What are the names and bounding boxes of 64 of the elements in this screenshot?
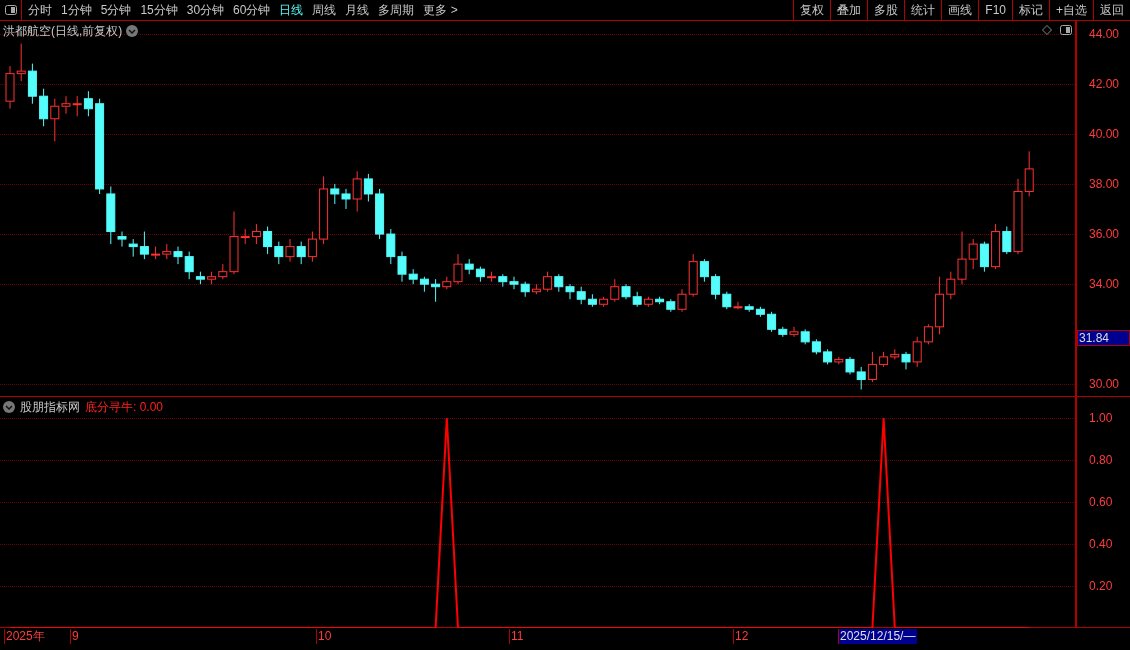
candlestick	[901, 351, 911, 370]
candlestick	[117, 231, 127, 248]
price-axis-label: 30.00	[1089, 377, 1120, 392]
dropdown-icon[interactable]	[126, 25, 139, 37]
indicator-axis-label: 1.00	[1089, 411, 1113, 425]
panel-toggle-icon[interactable]	[1060, 25, 1072, 35]
price-axis-label: 36.00	[1089, 227, 1120, 242]
indicator-axis-label: 0.40	[1089, 537, 1113, 551]
indicator-name: 底分寻牛	[85, 399, 133, 416]
dropdown-icon[interactable]	[3, 401, 15, 413]
date-axis-label: 12	[733, 629, 751, 644]
chart-title: 洪都航空(日线,前复权)	[3, 23, 123, 40]
period-tab[interactable]: 分时	[28, 1, 52, 19]
indicator-source: 股朋指标网	[20, 399, 80, 416]
toolbar-button[interactable]: +自选	[1049, 0, 1093, 20]
candlestick	[173, 246, 183, 265]
toolbar-button[interactable]: F10	[978, 0, 1012, 20]
date-axis-label: 2025年	[4, 629, 47, 644]
price-axis-label: 40.00	[1089, 126, 1120, 141]
period-tab[interactable]: 1分钟	[61, 1, 92, 19]
candlestick	[61, 95, 71, 115]
toolbar-button[interactable]: 返回	[1093, 0, 1130, 20]
period-tab[interactable]: 月线	[345, 1, 370, 19]
candlestick	[677, 288, 687, 313]
current-price-label: 31.84	[1077, 330, 1130, 347]
candlestick	[397, 251, 407, 283]
candlestick	[341, 188, 351, 210]
indicator-axis-label: 0.80	[1089, 453, 1113, 467]
period-tab[interactable]: 60分钟	[233, 1, 271, 19]
candlestick	[565, 283, 575, 300]
candlestick	[285, 238, 295, 263]
period-tab[interactable]: 15分钟	[140, 1, 178, 19]
price-axis-label: 44.00	[1089, 26, 1120, 41]
toolbar-button[interactable]: 画线	[941, 0, 979, 20]
panel-toggle-icon[interactable]	[4, 5, 17, 15]
period-tab[interactable]: 30分钟	[186, 1, 225, 19]
candlestick	[229, 211, 239, 275]
date-axis-label: 10	[316, 629, 334, 644]
indicator-axis-label: 0.60	[1089, 495, 1113, 509]
period-tab[interactable]: 5分钟	[100, 1, 132, 19]
more-menu[interactable]: 更多 >	[423, 1, 458, 19]
toolbar-button[interactable]: 多股	[867, 0, 905, 20]
candlestick	[789, 326, 799, 338]
period-tab[interactable]: 周线	[312, 1, 337, 19]
indicator-reading: : 0.00	[133, 399, 164, 416]
candlestick	[509, 276, 519, 290]
candlestick	[621, 283, 631, 300]
date-axis-label: 11	[509, 629, 526, 644]
candlestick	[5, 65, 15, 110]
toolbar-button[interactable]: 统计	[904, 0, 942, 20]
price-axis-label: 38.00	[1089, 176, 1120, 191]
indicator-axis-label: 0.20	[1089, 579, 1113, 593]
date-axis-label: 2025/12/15/—	[838, 629, 918, 644]
period-tab[interactable]: 多周期	[378, 1, 415, 19]
toolbar-button[interactable]: 复权	[793, 0, 831, 20]
candlestick	[957, 231, 967, 285]
price-axis-label: 34.00	[1089, 277, 1120, 292]
toolbar-button[interactable]: 叠加	[830, 0, 868, 20]
date-axis-label: 9	[70, 629, 81, 644]
candlestick	[1013, 178, 1023, 255]
candlestick	[453, 253, 463, 285]
toolbar-button[interactable]: 标记	[1012, 0, 1049, 20]
price-axis-label: 42.00	[1089, 76, 1120, 91]
period-tab[interactable]: 日线	[279, 1, 304, 19]
